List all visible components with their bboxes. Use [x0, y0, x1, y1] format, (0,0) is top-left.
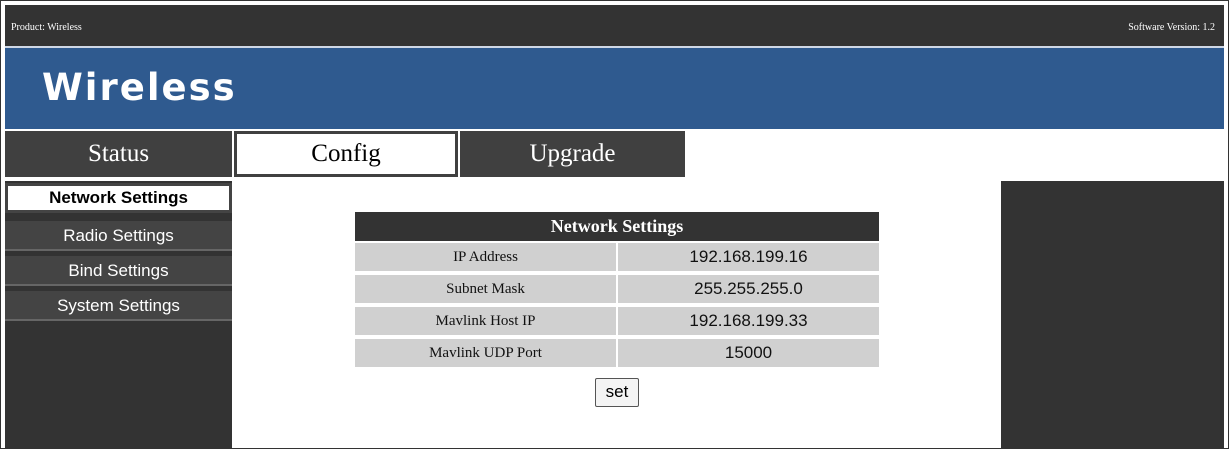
set-button[interactable]: set	[595, 378, 639, 407]
brand-title: Wireless	[42, 66, 237, 109]
top-bar: Product: Wireless Software Version: 1.2	[5, 5, 1224, 46]
sidebar-item-radio-settings[interactable]: Radio Settings	[5, 221, 232, 251]
settings-sidebar: Network Settings Radio Settings Bind Set…	[5, 181, 232, 449]
subnet-mask-label: Subnet Mask	[355, 275, 616, 303]
table-row: Mavlink UDP Port 15000	[355, 337, 879, 369]
mavlink-udp-port-field[interactable]: 15000	[618, 339, 879, 367]
ip-address-label: IP Address	[355, 243, 616, 271]
sidebar-item-bind-settings[interactable]: Bind Settings	[5, 256, 232, 286]
mavlink-host-ip-field[interactable]: 192.168.199.33	[618, 307, 879, 335]
brand-banner: Wireless	[5, 46, 1224, 129]
ip-address-field[interactable]: 192.168.199.16	[618, 243, 879, 271]
sidebar-item-network-settings[interactable]: Network Settings	[5, 183, 232, 213]
network-settings-title: Network Settings	[355, 212, 879, 241]
table-row: IP Address 192.168.199.16	[355, 241, 879, 273]
tab-upgrade[interactable]: Upgrade	[460, 131, 685, 177]
subnet-mask-field[interactable]: 255.255.255.0	[618, 275, 879, 303]
table-row: Subnet Mask 255.255.255.0	[355, 273, 879, 305]
mavlink-udp-port-label: Mavlink UDP Port	[355, 339, 616, 367]
sidebar-item-system-settings[interactable]: System Settings	[5, 291, 232, 321]
table-row: Mavlink Host IP 192.168.199.33	[355, 305, 879, 337]
software-version: Software Version: 1.2	[1128, 22, 1215, 33]
right-panel	[1001, 181, 1224, 449]
mavlink-host-ip-label: Mavlink Host IP	[355, 307, 616, 335]
network-settings-table: Network Settings IP Address 192.168.199.…	[355, 212, 879, 369]
tab-config[interactable]: Config	[234, 131, 458, 177]
product-label: Product: Wireless	[11, 22, 82, 33]
tab-status[interactable]: Status	[5, 131, 232, 177]
